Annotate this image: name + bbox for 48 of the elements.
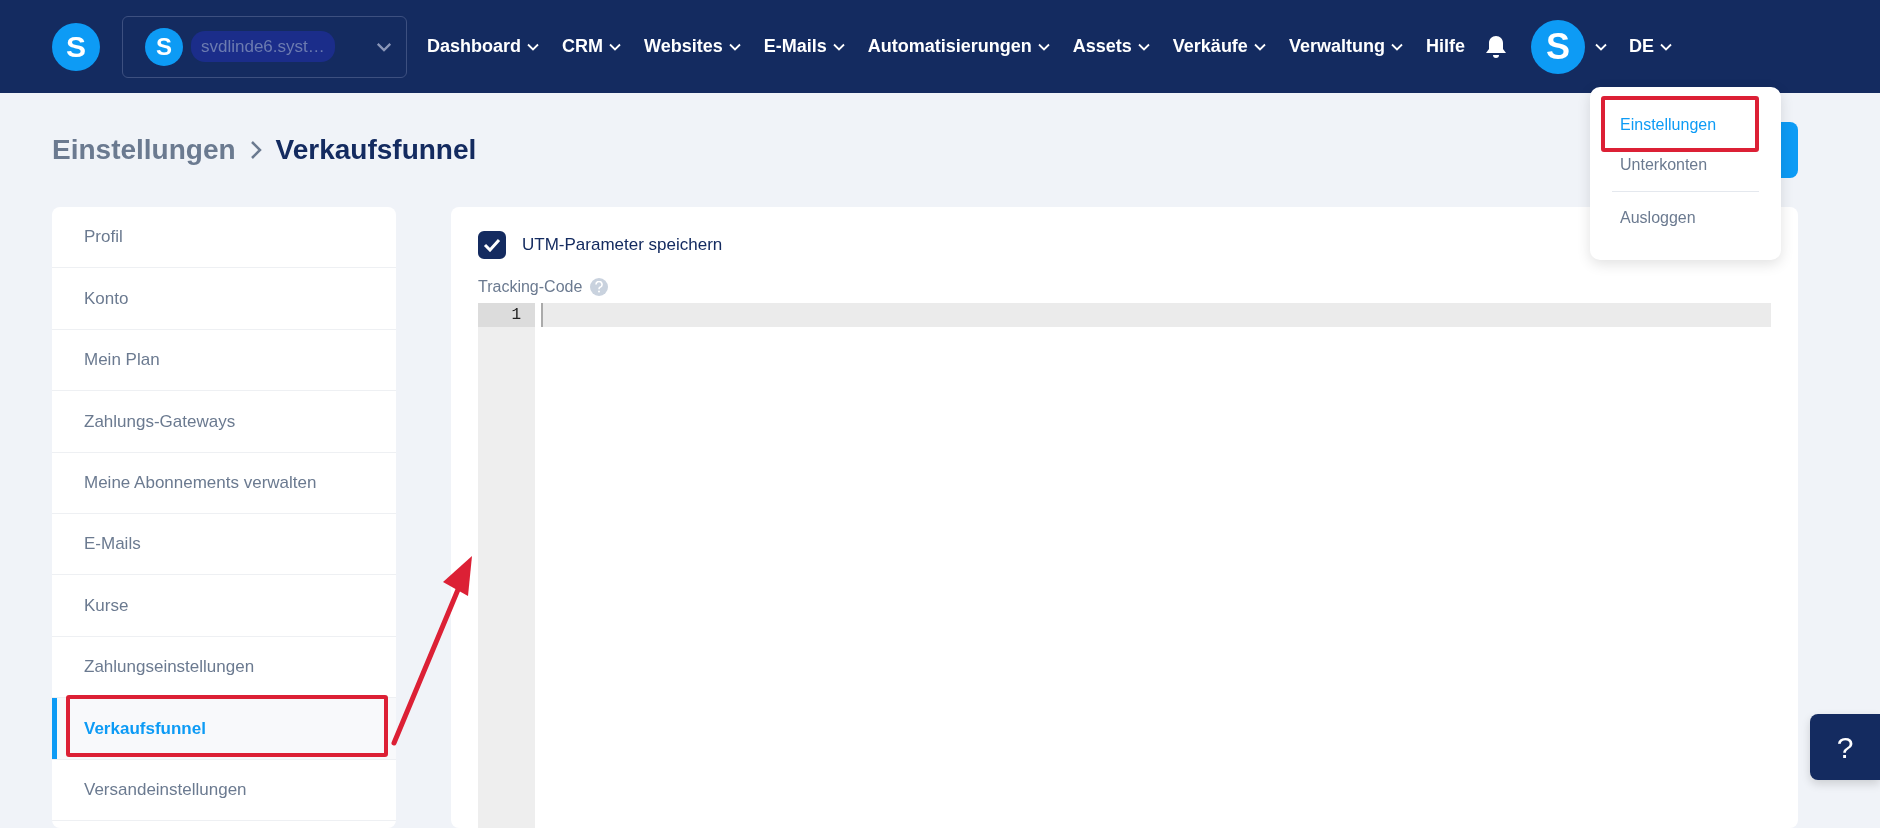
sidebar-item[interactable]: Versandeinstellungen: [52, 759, 396, 821]
nav-menu-item[interactable]: Assets: [1072, 33, 1150, 60]
bell-icon[interactable]: [1484, 34, 1507, 59]
chevron-icon: [249, 140, 262, 160]
nav-menu-item[interactable]: Verkäufe: [1172, 33, 1266, 60]
caret-icon: [609, 42, 622, 51]
caret-icon: [1037, 42, 1050, 51]
nav-menu-item[interactable]: Websites: [644, 33, 741, 60]
logo[interactable]: S: [52, 22, 100, 71]
sidebar-item[interactable]: Meine Abonnements verwalten: [52, 452, 396, 514]
user-avatar[interactable]: S: [1530, 19, 1585, 74]
language-selector[interactable]: DE: [1628, 33, 1672, 60]
caret-icon: [1137, 42, 1150, 51]
nav-menu-item[interactable]: CRM: [562, 33, 622, 60]
nav-menu-item[interactable]: E-Mails: [763, 33, 845, 60]
help-button[interactable]: ?: [1810, 714, 1880, 780]
nav-menu-item[interactable]: Automatisierungen: [867, 33, 1050, 60]
caret-icon: [1659, 42, 1672, 51]
nav-menu-item[interactable]: Hilfe: [1425, 33, 1465, 60]
caret-icon: [1594, 42, 1607, 51]
account-logo: S: [145, 27, 183, 66]
checkbox-label: UTM-Parameter speichern: [522, 234, 723, 257]
sidebar-item[interactable]: Kurse: [52, 575, 396, 637]
sidebar-item[interactable]: Mein Plan: [52, 329, 396, 392]
sidebar-item[interactable]: Zahlungs-Gateways: [52, 391, 396, 453]
caret-icon: [527, 42, 540, 51]
caret-icon: [376, 41, 392, 52]
field-label: Tracking-Code: [478, 277, 583, 297]
caret-icon: [728, 42, 741, 51]
caret-icon: [1390, 42, 1403, 51]
code-editor[interactable]: 1: [478, 303, 1771, 828]
check-icon: [483, 238, 501, 252]
caret-icon: [1253, 42, 1266, 51]
menu-item[interactable]: Einstellungen: [1612, 105, 1717, 145]
caret-icon: [832, 42, 845, 51]
nav-menu-item[interactable]: Verwaltung: [1288, 33, 1403, 60]
menu-item[interactable]: Unterkonten: [1612, 145, 1708, 185]
breadcrumb-link[interactable]: Einstellungen: [52, 129, 236, 171]
account-selector[interactable]: S svdlinde6.syst…: [122, 15, 407, 78]
menu-item[interactable]: Ausloggen: [1612, 198, 1696, 238]
page-title: Verkaufsfunnel: [275, 133, 477, 167]
sidebar-item[interactable]: E-Mails: [52, 513, 396, 576]
checkbox[interactable]: [478, 231, 506, 259]
line-number: 1: [478, 303, 535, 327]
sidebar-item[interactable]: Profil: [52, 207, 396, 269]
nav-menu-item[interactable]: Dashboard: [427, 33, 540, 60]
sidebar-item[interactable]: Konto: [52, 268, 396, 330]
account-name: svdlinde6.syst…: [191, 30, 335, 63]
